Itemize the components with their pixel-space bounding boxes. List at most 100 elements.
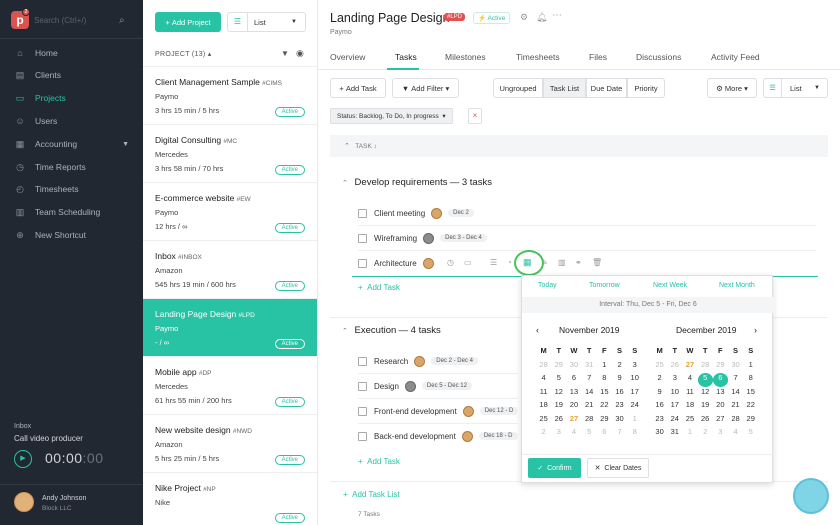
search-input[interactable]: Search (Ctrl+/) bbox=[34, 16, 86, 25]
sidebar-item-projects[interactable]: ▭ Projects bbox=[0, 87, 143, 109]
gear-icon[interactable]: ⚙ bbox=[520, 12, 528, 23]
calendar-day[interactable]: 14 bbox=[728, 387, 743, 401]
calendar-day[interactable]: 11 bbox=[536, 387, 551, 401]
calendar-day[interactable]: 8 bbox=[627, 427, 642, 441]
calendar-day[interactable]: 6 bbox=[566, 373, 581, 387]
calendar-day[interactable]: 25 bbox=[652, 360, 667, 374]
calendar-day[interactable]: 28 bbox=[582, 414, 597, 428]
add-task-list-link[interactable]: + Add Task List bbox=[343, 490, 400, 499]
calendar-day[interactable]: 20 bbox=[713, 400, 728, 414]
quick-next-month[interactable]: Next Month bbox=[719, 282, 755, 289]
quick-tomorrow[interactable]: Tomorrow bbox=[589, 282, 620, 289]
avatar[interactable] bbox=[422, 257, 434, 269]
calendar-day[interactable]: 10 bbox=[667, 387, 682, 401]
comment-icon[interactable]: ▭ bbox=[464, 258, 472, 267]
add-task-button[interactable]: + Add Task bbox=[330, 78, 386, 98]
calendar-day[interactable]: 29 bbox=[551, 360, 566, 374]
task-row[interactable]: Wireframing Dec 3 - Dec 4 bbox=[358, 227, 487, 249]
task-checkbox[interactable] bbox=[358, 431, 367, 441]
filter-icon[interactable]: ▼ bbox=[281, 49, 289, 58]
project-item-selected[interactable]: Landing Page Design #LPD Paymo - / ∞ Act… bbox=[143, 298, 317, 356]
sidebar-item-home[interactable]: ⌂ Home bbox=[0, 42, 143, 64]
trash-icon[interactable]: 🗑︎ bbox=[592, 258, 602, 267]
sidebar-item-accounting[interactable]: ▦ Accounting ▼ bbox=[0, 133, 143, 155]
calendar-day[interactable]: 1 bbox=[597, 360, 612, 374]
calendar-day[interactable]: 28 bbox=[728, 414, 743, 428]
calendar-day[interactable]: 30 bbox=[612, 414, 627, 428]
task-row[interactable]: Front-end development Dec 12 - D bbox=[358, 400, 519, 422]
calendar-day[interactable]: 6 bbox=[597, 427, 612, 441]
calendar-day[interactable]: 3 bbox=[627, 360, 642, 374]
task-checkbox[interactable] bbox=[358, 406, 367, 416]
task-row-hovered[interactable]: Architecture bbox=[358, 252, 434, 274]
add-task-link[interactable]: + Add Task bbox=[358, 283, 400, 292]
calendar-day[interactable]: 23 bbox=[652, 414, 667, 428]
calendar-day[interactable]: 24 bbox=[627, 400, 642, 414]
task-name[interactable]: Architecture bbox=[374, 259, 417, 268]
calendar-day[interactable]: 1 bbox=[682, 427, 697, 441]
calendar-day[interactable]: 16 bbox=[612, 387, 627, 401]
add-filter-button[interactable]: ▼ Add Filter ▾ bbox=[392, 78, 459, 98]
more-button[interactable]: ⚙ More ▾ bbox=[707, 78, 757, 98]
view-select[interactable]: ☰ List ▼ bbox=[763, 78, 828, 98]
project-item[interactable]: New website design #NWD Amazon 5 hrs 25 … bbox=[143, 414, 317, 472]
prev-month-icon[interactable]: ‹ bbox=[536, 325, 539, 335]
calendar-day[interactable]: 12 bbox=[551, 387, 566, 401]
project-item[interactable]: Digital Consulting #MC Mercedes 3 hrs 58… bbox=[143, 124, 317, 182]
calendar-day[interactable]: 14 bbox=[582, 387, 597, 401]
link-icon[interactable]: ⚭ bbox=[575, 258, 582, 267]
calendar-day[interactable]: 30 bbox=[566, 360, 581, 374]
task-checkbox[interactable] bbox=[358, 233, 367, 243]
calendar-day[interactable]: 31 bbox=[667, 427, 682, 441]
calendar-day[interactable]: 18 bbox=[536, 400, 551, 414]
calendar-day-selected[interactable]: 6 bbox=[712, 373, 728, 387]
calendar-day[interactable]: 20 bbox=[566, 400, 581, 414]
page-title[interactable]: Landing Page Design bbox=[330, 11, 450, 25]
calendar-day[interactable]: 22 bbox=[597, 400, 612, 414]
calendar-day[interactable]: 7 bbox=[728, 373, 743, 387]
eye-icon[interactable]: ◉ bbox=[296, 48, 304, 59]
avatar[interactable] bbox=[431, 207, 443, 219]
avatar[interactable] bbox=[462, 405, 474, 417]
task-checkbox[interactable] bbox=[358, 381, 367, 391]
task-row[interactable]: Research Dec 2 - Dec 4 bbox=[358, 350, 478, 372]
calendar-day[interactable]: 10 bbox=[627, 373, 642, 387]
calendar-day[interactable]: 2 bbox=[652, 373, 667, 387]
calendar-day[interactable]: 1 bbox=[627, 414, 642, 428]
group-ungrouped[interactable]: Ungrouped bbox=[493, 78, 543, 98]
avatar[interactable] bbox=[423, 232, 435, 244]
task-checkbox[interactable] bbox=[358, 356, 367, 366]
task-row[interactable]: Client meeting Dec 2 bbox=[358, 202, 474, 224]
calendar-day[interactable]: 4 bbox=[536, 373, 551, 387]
calendar-day[interactable]: 23 bbox=[612, 400, 627, 414]
sidebar-item-team-scheduling[interactable]: ▥ Team Scheduling bbox=[0, 201, 143, 223]
project-item[interactable]: Nike Project #NP Nike Active bbox=[143, 472, 317, 525]
calendar-day[interactable]: 12 bbox=[698, 387, 713, 401]
task-name[interactable]: Back-end development bbox=[374, 432, 456, 441]
task-group-header[interactable]: ⌃ Execution — 4 tasks bbox=[342, 325, 441, 336]
timer-task[interactable]: Call video producer bbox=[14, 434, 83, 443]
calendar-day[interactable]: 18 bbox=[682, 400, 697, 414]
priority-icon[interactable]: ◔ bbox=[507, 258, 512, 267]
calendar-day[interactable]: 30 bbox=[728, 360, 743, 374]
quick-next-week[interactable]: Next Week bbox=[653, 282, 687, 289]
avatar[interactable] bbox=[14, 492, 34, 512]
tab-timesheets[interactable]: Timesheets bbox=[516, 52, 560, 62]
confirm-button[interactable]: ✓ Confirm bbox=[528, 458, 581, 478]
project-item[interactable]: Client Management Sample #CIMS Paymo 3 h… bbox=[143, 66, 317, 124]
calendar-day[interactable]: 4 bbox=[682, 373, 697, 387]
bell-icon[interactable]: 🔔︎ bbox=[536, 12, 547, 23]
calendar-day[interactable]: 26 bbox=[551, 414, 566, 428]
calendar-day[interactable]: 3 bbox=[667, 373, 682, 387]
calendar-day[interactable]: 7 bbox=[612, 427, 627, 441]
calendar-day[interactable]: 8 bbox=[743, 373, 758, 387]
calendar-day[interactable]: 24 bbox=[667, 414, 682, 428]
calendar-day[interactable]: 19 bbox=[551, 400, 566, 414]
project-item[interactable]: Mobile app #DP Mercedes 61 hrs 55 min / … bbox=[143, 356, 317, 414]
tab-discussions[interactable]: Discussions bbox=[636, 52, 681, 62]
group-task-list[interactable]: Task List bbox=[543, 78, 586, 98]
calendar-icon[interactable]: ▦ bbox=[523, 257, 532, 268]
sidebar-item-users[interactable]: ☺ Users bbox=[0, 110, 143, 132]
calendar-day[interactable]: 13 bbox=[566, 387, 581, 401]
task-name[interactable]: Research bbox=[374, 357, 408, 366]
